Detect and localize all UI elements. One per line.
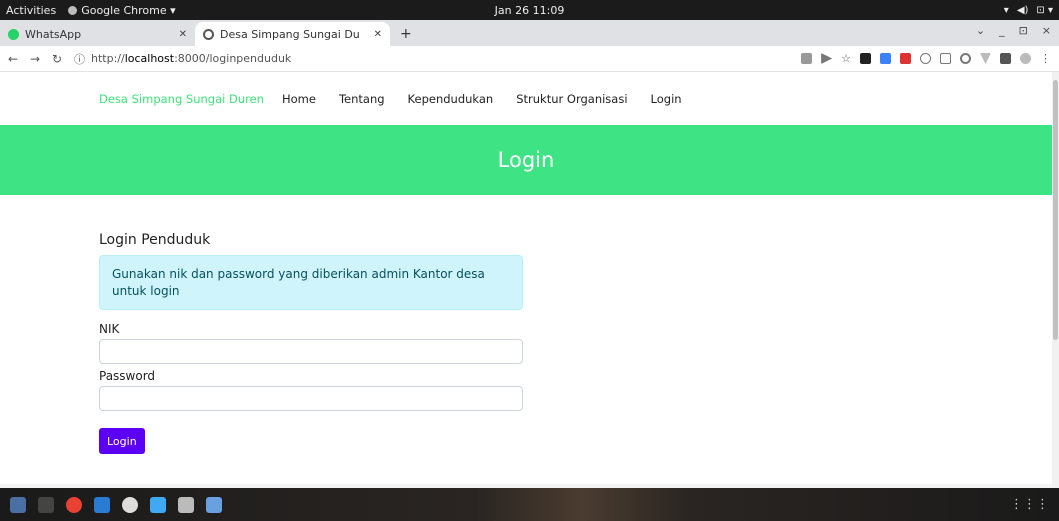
tab-title: Desa Simpang Sungai Du: [220, 27, 360, 41]
maximize-icon[interactable]: ⊡: [1019, 24, 1028, 37]
nik-label: NIK: [99, 322, 120, 336]
show-desktop-icon[interactable]: [10, 496, 26, 513]
extension-flag-icon[interactable]: [900, 53, 911, 64]
address-bar[interactable]: ⓘ http://localhost:8000/loginpenduduk: [74, 51, 291, 67]
translate-icon[interactable]: [801, 53, 813, 64]
url-text: http://localhost:8000/loginpenduduk: [91, 52, 291, 65]
extension-v-icon[interactable]: [980, 53, 991, 64]
url-host: localhost: [124, 52, 175, 65]
extensions-area: ☆ ⋮: [801, 52, 1051, 65]
battery-icon: ⊡ ▾: [1036, 4, 1053, 16]
image-viewer-icon[interactable]: [206, 496, 222, 513]
site-navbar: Desa Simpang Sungai Duren Home Tentang K…: [0, 72, 1052, 125]
activities-button[interactable]: Activities: [0, 4, 68, 17]
app-grid-icon[interactable]: ⋮⋮⋮: [1010, 497, 1049, 512]
system-tray[interactable]: ▾ ◀) ⊡ ▾: [1004, 5, 1053, 16]
send-icon[interactable]: [821, 53, 833, 64]
avatar-icon[interactable]: [1020, 53, 1031, 64]
taskbar: ⋮⋮⋮: [0, 488, 1059, 521]
scrollbar-thumb[interactable]: [1053, 80, 1058, 340]
nav-login[interactable]: Login: [651, 92, 682, 106]
close-tab-icon[interactable]: ✕: [374, 29, 382, 40]
forward-icon[interactable]: →: [26, 52, 44, 66]
site-brand[interactable]: Desa Simpang Sungai Duren: [99, 92, 264, 106]
window-controls: ⌄ _ ⊡ ×: [976, 24, 1051, 37]
browser-toolbar: ← → ↻ ⓘ http://localhost:8000/loginpendu…: [0, 46, 1059, 72]
puzzle-icon[interactable]: [1000, 53, 1011, 64]
volume-icon: ◀): [1016, 4, 1029, 16]
password-label: Password: [99, 369, 156, 383]
tab-desa[interactable]: Desa Simpang Sungai Du ✕: [195, 22, 390, 46]
chat-icon[interactable]: [122, 496, 138, 513]
url-prefix: http://: [91, 52, 125, 65]
pocket-icon[interactable]: [860, 53, 871, 64]
back-icon[interactable]: ←: [4, 52, 22, 66]
close-tab-icon[interactable]: ✕: [179, 29, 187, 40]
hero-banner: Login: [0, 125, 1052, 195]
info-icon[interactable]: ⓘ: [74, 51, 85, 67]
clock[interactable]: Jan 26 11:09: [495, 4, 565, 17]
chrome-icon: [68, 5, 78, 15]
system-top-bar: Activities Google Chrome ▾ Jan 26 11:09 …: [0, 0, 1059, 20]
whatsapp-icon: [8, 28, 19, 40]
nik-input[interactable]: [99, 339, 523, 364]
form-heading: Login Penduduk: [99, 232, 211, 248]
site-icon: [203, 28, 214, 40]
nav-kependudukan[interactable]: Kependudukan: [408, 92, 494, 106]
wifi-icon: ▾: [1003, 4, 1009, 16]
app-menu[interactable]: Google Chrome ▾: [68, 3, 176, 17]
tab-strip: WhatsApp ✕ Desa Simpang Sungai Du ✕ + ⌄ …: [0, 20, 1059, 46]
reload-icon[interactable]: ↻: [48, 52, 66, 66]
new-tab-button[interactable]: +: [390, 22, 422, 46]
login-button[interactable]: Login: [99, 428, 145, 454]
page-title: Login: [497, 148, 555, 172]
password-input[interactable]: [99, 386, 523, 411]
extension-box-icon[interactable]: [940, 53, 951, 64]
extension-blue-icon[interactable]: [880, 53, 891, 64]
minimize-icon[interactable]: _: [999, 24, 1005, 37]
tab-whatsapp[interactable]: WhatsApp ✕: [0, 22, 195, 46]
extension-circle-icon[interactable]: [920, 53, 931, 64]
web-page: Desa Simpang Sungai Duren Home Tentang K…: [0, 72, 1052, 488]
chrome-taskbar-icon[interactable]: [66, 496, 82, 513]
login-form: Login Penduduk Gunakan nik dan password …: [0, 195, 1052, 454]
app-menu-label: Google Chrome ▾: [81, 3, 176, 17]
terminal-icon[interactable]: [38, 496, 54, 513]
bookmark-star-icon[interactable]: ☆: [841, 52, 851, 65]
info-alert: Gunakan nik dan password yang diberikan …: [99, 255, 523, 310]
tab-search-icon[interactable]: ⌄: [976, 24, 985, 37]
url-path: :8000/loginpenduduk: [174, 52, 292, 65]
page-scrollbar[interactable]: [1052, 72, 1059, 488]
menu-dots-icon[interactable]: ⋮: [1040, 52, 1051, 65]
nav-home[interactable]: Home: [282, 92, 316, 106]
box-app-icon[interactable]: [178, 496, 194, 513]
nav-tentang[interactable]: Tentang: [339, 92, 385, 106]
vscode-icon[interactable]: [94, 496, 110, 513]
nav-struktur-organisasi[interactable]: Struktur Organisasi: [516, 92, 627, 106]
extension-block-icon[interactable]: [960, 53, 971, 64]
close-window-icon[interactable]: ×: [1042, 24, 1051, 37]
bird-app-icon[interactable]: [150, 496, 166, 513]
tab-title: WhatsApp: [25, 27, 82, 41]
